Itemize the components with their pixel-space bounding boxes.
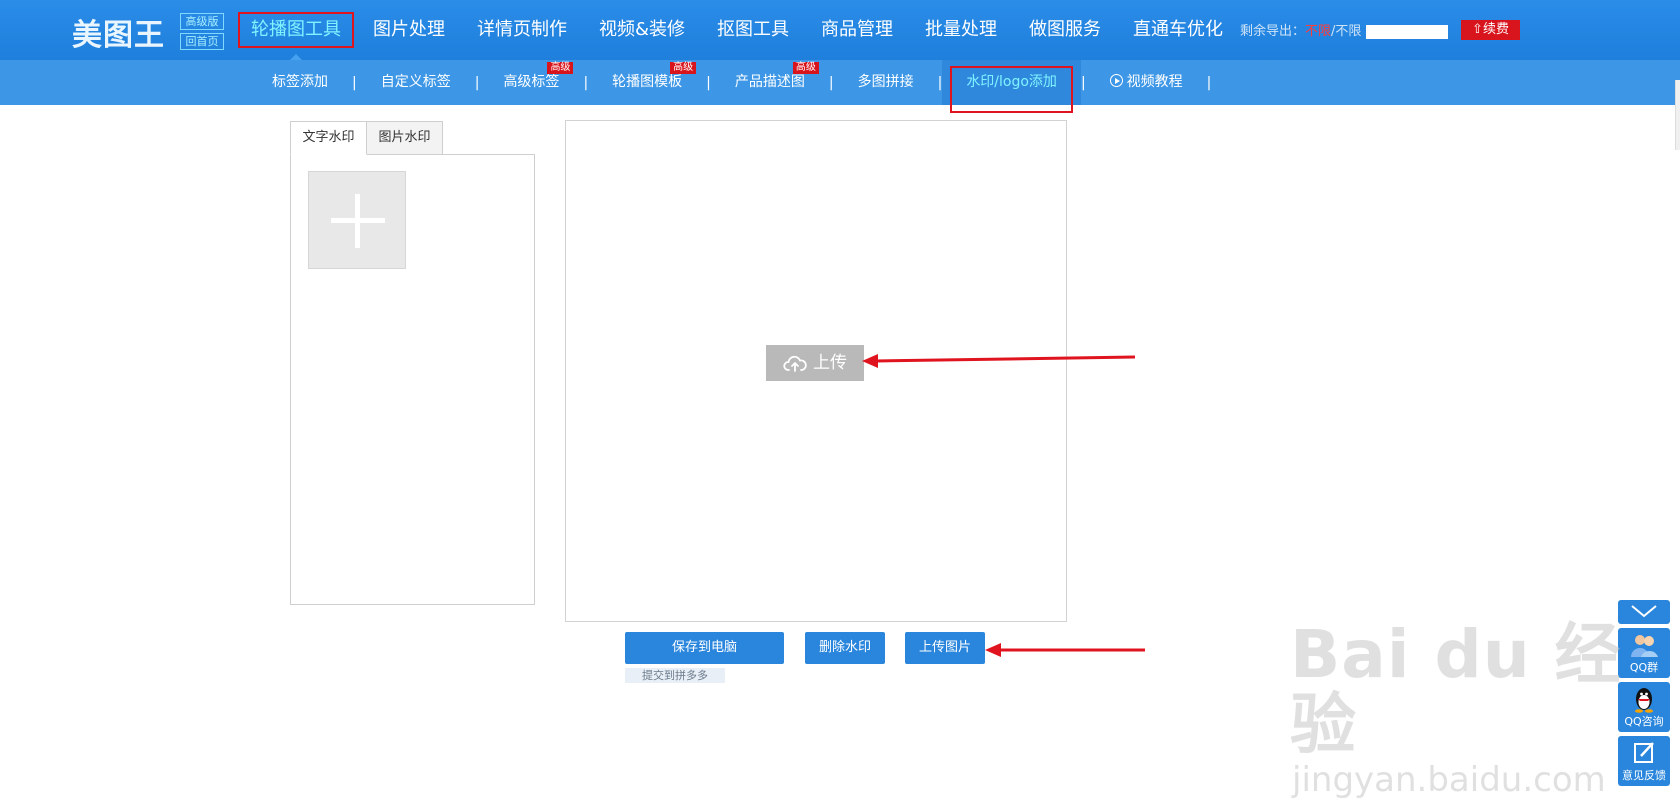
play-circle-icon — [1109, 74, 1123, 87]
watermark-tabs: 文字水印 图片水印 — [290, 121, 535, 155]
save-to-computer-button[interactable]: 保存到电脑 — [625, 632, 784, 664]
nav-design-service[interactable]: 做图服务 — [1013, 0, 1117, 60]
upload-image-button[interactable]: 上传图片 — [905, 632, 985, 664]
top-header: 美图王 高级版 回首页 轮播图工具 图片处理 详情页制作 视频&装修 抠图工具 … — [0, 0, 1680, 60]
export-value: 不限 — [1305, 24, 1332, 39]
sub-nav: 标签添加 | 自定义标签 | 高级标签 高级 | 轮播图模板 高级 | 产品描述… — [248, 60, 1212, 113]
main-nav: 轮播图工具 图片处理 详情页制作 视频&装修 抠图工具 商品管理 批量处理 做图… — [235, 0, 1239, 60]
advanced-badge: 高级 — [792, 62, 819, 74]
nav-label: 商品管理 — [821, 19, 894, 40]
logo-badges: 高级版 回首页 — [180, 13, 224, 53]
add-watermark-plus-icon[interactable] — [308, 171, 406, 269]
home-link[interactable]: 回首页 — [180, 33, 224, 50]
subnav-label-add[interactable]: 标签添加 — [248, 60, 352, 105]
nav-batch-processing[interactable]: 批量处理 — [909, 0, 1013, 60]
up-arrow-icon: ⇧ — [1472, 22, 1483, 37]
cloud-upload-icon — [783, 355, 807, 372]
canvas-upload-button[interactable]: 上传 — [766, 345, 864, 381]
subnav-advanced-label[interactable]: 高级标签 高级 — [479, 60, 583, 105]
subnav-product-description[interactable]: 产品描述图 高级 — [711, 60, 829, 105]
subnav-label: 自定义标签 — [380, 74, 451, 90]
side-panel-edge[interactable] — [1675, 80, 1680, 150]
advanced-badge: 高级 — [670, 62, 697, 74]
subnav-label: 产品描述图 — [734, 74, 805, 90]
nav-image-processing[interactable]: 图片处理 — [357, 0, 461, 60]
nav-detail-page[interactable]: 详情页制作 — [461, 0, 583, 60]
watermark-url: jingyan.baidu.com — [1292, 760, 1606, 800]
watermark-panel: 文字水印 图片水印 — [290, 121, 535, 605]
renew-button[interactable]: ⇧续费 — [1461, 20, 1520, 40]
subnav-watermark-logo[interactable]: 水印/logo添加 — [942, 60, 1081, 113]
nav-ad-optimization[interactable]: 直通车优化 — [1117, 0, 1239, 60]
subnav-carousel-template[interactable]: 轮播图模板 高级 — [588, 60, 706, 105]
tab-text-watermark[interactable]: 文字水印 — [290, 121, 367, 155]
nav-label: 抠图工具 — [717, 19, 790, 40]
watermark-brand: Bai du 经验 — [1290, 616, 1622, 763]
nav-label: 直通车优化 — [1133, 19, 1224, 40]
canvas-upload-label: 上传 — [813, 353, 847, 373]
highlight-box — [238, 12, 354, 48]
app-logo[interactable]: 美图王 — [72, 10, 165, 54]
chevron-down-icon — [1631, 605, 1657, 618]
nav-video-decor[interactable]: 视频&装修 — [583, 0, 701, 60]
export-quota: 剩余导出：不限/不限 — [1240, 20, 1448, 39]
nav-product-management[interactable]: 商品管理 — [805, 0, 909, 60]
nav-label: 视频&装修 — [599, 19, 686, 40]
nav-cutout-tools[interactable]: 抠图工具 — [701, 0, 805, 60]
redacted-account — [1365, 24, 1448, 39]
renew-label: 续费 — [1482, 22, 1509, 37]
nav-label: 批量处理 — [925, 19, 998, 40]
subnav-custom-label[interactable]: 自定义标签 — [357, 60, 475, 105]
nav-label: 图片处理 — [373, 19, 445, 40]
tab-image-watermark[interactable]: 图片水印 — [366, 121, 443, 155]
advanced-badge: 高级 — [547, 62, 574, 74]
subnav-video-tutorial[interactable]: 视频教程 — [1086, 60, 1207, 105]
highlight-box — [950, 66, 1073, 113]
subnav-label: 标签添加 — [272, 74, 328, 90]
export-label: 剩余导出： — [1240, 24, 1306, 39]
edition-badge: 高级版 — [180, 13, 224, 30]
nav-carousel-tools[interactable]: 轮播图工具 — [235, 0, 357, 60]
subnav-label: 视频教程 — [1126, 74, 1183, 90]
submit-to-pinduoduo-link[interactable]: 提交到拼多多 — [625, 668, 725, 683]
watermark-panel-body — [290, 154, 535, 605]
subnav-label: 多图拼接 — [857, 74, 914, 90]
red-arrow-annotation-upload-image — [985, 643, 1145, 657]
subnav-multi-image-merge[interactable]: 多图拼接 — [834, 60, 938, 105]
nav-label: 详情页制作 — [477, 19, 567, 40]
nav-label: 做图服务 — [1029, 19, 1102, 40]
subnav-label: 轮播图模板 — [612, 74, 683, 90]
subnav-label: 高级标签 — [503, 74, 560, 90]
separator: | — [1206, 74, 1212, 91]
red-arrow-annotation-upload — [862, 354, 1136, 368]
sub-nav-bar: 标签添加 | 自定义标签 | 高级标签 高级 | 轮播图模板 高级 | 产品描述… — [0, 60, 1680, 113]
delete-watermark-button[interactable]: 删除水印 — [805, 632, 885, 664]
baidu-jingyan-watermark: Bai du 经验 jingyan.baidu.com — [1290, 616, 1680, 801]
export-suffix: /不限 — [1331, 24, 1362, 39]
